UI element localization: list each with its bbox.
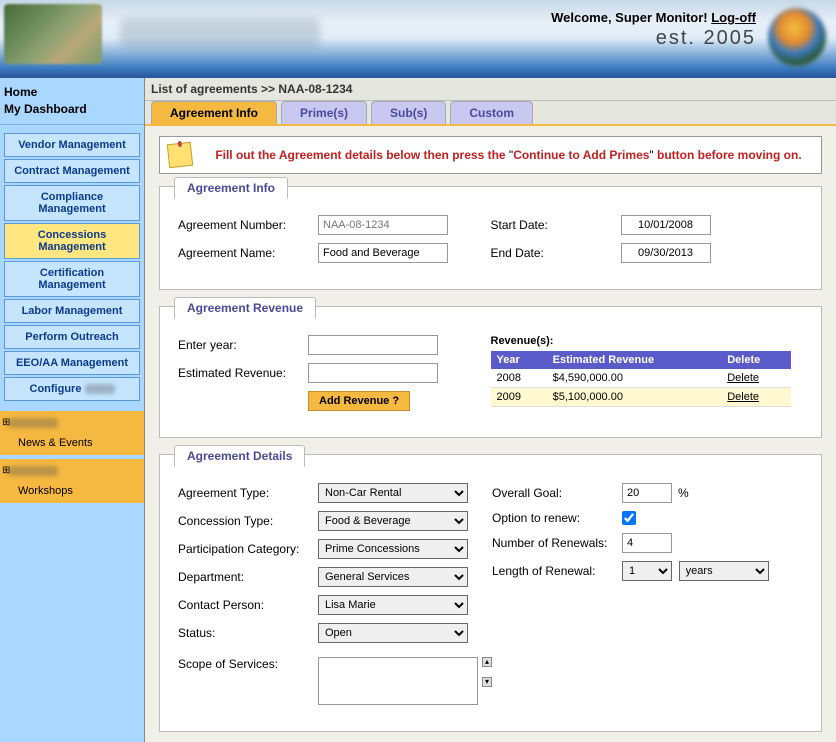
table-row: 2009$5,100,000.00 Delete (491, 388, 791, 407)
agreement-number-input[interactable] (318, 215, 448, 235)
agreement-name-label: Agreement Name: (178, 246, 318, 260)
agreement-type-select[interactable]: Non-Car Rental (318, 483, 468, 503)
est-revenue-input[interactable] (308, 363, 438, 383)
scroll-up-icon[interactable]: ▴ (482, 657, 492, 667)
scroll-down-icon[interactable]: ▾ (482, 677, 492, 687)
contact-person-label: Contact Person: (178, 598, 318, 612)
end-date-label: End Date: (491, 246, 621, 260)
department-select[interactable]: General Services (318, 567, 468, 587)
revenue-table: Year Estimated Revenue Delete 2008$4,590… (491, 351, 791, 407)
length-renewal-label: Length of Renewal: (492, 564, 622, 578)
instruction-banner: Fill out the Agreement details below the… (159, 136, 822, 174)
sidebar-item-compliance-management[interactable]: Compliance Management (4, 185, 140, 221)
sidebar-item-eeo-aa-management[interactable]: EEO/AA Management (4, 351, 140, 375)
agreement-name-input[interactable] (318, 243, 448, 263)
welcome-text: Welcome, Super Monitor! Log-off (551, 10, 756, 25)
section-title: Agreement Info (174, 177, 288, 199)
length-renewal-unit-select[interactable]: years (679, 561, 769, 581)
num-renewals-label: Number of Renewals: (492, 536, 622, 550)
department-label: Department: (178, 570, 318, 584)
tab-prime-s-[interactable]: Prime(s) (281, 101, 367, 124)
add-revenue-button[interactable]: Add Revenue ? (308, 391, 410, 411)
length-renewal-value-select[interactable]: 1 (622, 561, 672, 581)
cell-year: 2008 (491, 369, 547, 388)
nav-dashboard[interactable]: My Dashboard (4, 101, 140, 118)
scope-label: Scope of Services: (178, 657, 318, 671)
tab-custom[interactable]: Custom (450, 101, 533, 124)
sidebar: Home My Dashboard Vendor ManagementContr… (0, 78, 145, 742)
sidebar-item-contract-management[interactable]: Contract Management (4, 159, 140, 183)
nav-home[interactable]: Home (4, 84, 140, 101)
est-revenue-label: Estimated Revenue: (178, 366, 308, 380)
tab-sub-s-[interactable]: Sub(s) (371, 101, 446, 124)
start-date-label: Start Date: (491, 218, 621, 232)
expand-icon[interactable] (4, 415, 140, 431)
participation-category-select[interactable]: Prime Concessions (318, 539, 468, 559)
sidebar-group-news: News & Events (0, 411, 144, 455)
logoff-link[interactable]: Log-off (711, 10, 756, 25)
header-title-blur (120, 18, 320, 48)
header-banner: Welcome, Super Monitor! Log-off est. 200… (0, 0, 836, 78)
tagline: est. 2005 (551, 27, 756, 50)
sidebar-group-workshops: Workshops (0, 459, 144, 503)
option-renew-label: Option to renew: (492, 511, 622, 525)
th-estimated-revenue: Estimated Revenue (547, 351, 722, 369)
agreement-details-section: Agreement Details Agreement Type:Non-Car… (159, 454, 822, 732)
section-title: Agreement Revenue (174, 297, 316, 319)
delete-link[interactable]: Delete (727, 372, 759, 384)
cell-revenue: $4,590,000.00 (547, 369, 722, 388)
cell-revenue: $5,100,000.00 (547, 388, 722, 407)
breadcrumb: List of agreements >> NAA-08-1234 (145, 78, 836, 101)
agreement-type-label: Agreement Type: (178, 486, 318, 500)
concession-type-select[interactable]: Food & Beverage (318, 511, 468, 531)
overall-goal-label: Overall Goal: (492, 486, 622, 500)
contact-person-select[interactable]: Lisa Marie (318, 595, 468, 615)
expand-icon[interactable] (4, 463, 140, 479)
option-renew-checkbox[interactable] (622, 511, 636, 525)
sidebar-item-concessions-management[interactable]: Concessions Management (4, 223, 140, 259)
sidebar-item-perform-outreach[interactable]: Perform Outreach (4, 325, 140, 349)
table-row: 2008$4,590,000.00 Delete (491, 369, 791, 388)
seal-icon (768, 8, 826, 66)
tab-bar: Agreement InfoPrime(s)Sub(s)Custom (145, 101, 836, 126)
concession-type-label: Concession Type: (178, 514, 318, 528)
scope-textarea[interactable] (318, 657, 478, 705)
news-events-link[interactable]: News & Events (4, 435, 140, 451)
workshops-link[interactable]: Workshops (4, 483, 140, 499)
end-date-field[interactable]: 09/30/2013 (621, 243, 711, 263)
agreement-info-section: Agreement Info Agreement Number: Agreeme… (159, 186, 822, 290)
delete-link[interactable]: Delete (727, 391, 759, 403)
participation-category-label: Participation Category: (178, 542, 318, 556)
sidebar-item-vendor-management[interactable]: Vendor Management (4, 133, 140, 157)
th-year: Year (491, 351, 547, 369)
section-title: Agreement Details (174, 445, 305, 467)
status-label: Status: (178, 626, 318, 640)
agreement-number-label: Agreement Number: (178, 218, 318, 232)
tab-agreement-info[interactable]: Agreement Info (151, 101, 277, 124)
sidebar-item-configure[interactable]: Configure (4, 377, 140, 401)
sidebar-item-labor-management[interactable]: Labor Management (4, 299, 140, 323)
enter-year-input[interactable] (308, 335, 438, 355)
percent-unit: % (678, 486, 689, 500)
cell-year: 2009 (491, 388, 547, 407)
agreement-revenue-section: Agreement Revenue Enter year: Estimated … (159, 306, 822, 438)
header-photo (4, 4, 102, 64)
sidebar-item-certification-management[interactable]: Certification Management (4, 261, 140, 297)
enter-year-label: Enter year: (178, 338, 308, 352)
overall-goal-input[interactable] (622, 483, 672, 503)
sticky-note-icon (167, 142, 193, 168)
th-delete: Delete (721, 351, 790, 369)
revenue-list-title: Revenue(s): (491, 335, 804, 347)
start-date-field[interactable]: 10/01/2008 (621, 215, 711, 235)
status-select[interactable]: Open (318, 623, 468, 643)
num-renewals-input[interactable] (622, 533, 672, 553)
